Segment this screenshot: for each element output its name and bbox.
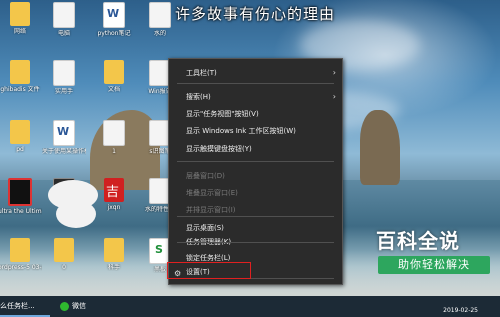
desktop-icon[interactable]: ghibadis 文件 xyxy=(0,60,42,93)
chevron-right-icon: › xyxy=(332,92,336,101)
desktop-icon-label: 关于使用某操作模板 xyxy=(42,148,86,155)
desktop-icon-label: ordpress-5 03-zh_CN xyxy=(0,264,42,271)
red-icon xyxy=(104,178,124,202)
desktop-icon[interactable]: 科手 xyxy=(92,238,136,271)
taskbar-context-menu: 工具栏(T) › 搜索(H) › 显示"任务视图"按钮(V) 显示 Windows Ink… xyxy=(168,58,343,285)
folder-icon xyxy=(10,120,30,144)
menu-item-label: 显示 Windows Ink 工作区按钮(W) xyxy=(186,127,296,135)
file-icon xyxy=(53,2,75,28)
desktop-icon-label: 网络 xyxy=(13,28,26,35)
desktop-icon[interactable]: 1 xyxy=(92,120,136,155)
desktop-icon-label: ghibadis 文件 xyxy=(0,86,40,93)
menu-item-label: 并排显示窗口(I) xyxy=(186,206,236,214)
menu-item-label: 显示"任务视图"按钮(V) xyxy=(186,110,259,118)
desktop-icon-label: 实用手 xyxy=(54,88,73,95)
desktop-icon-label: 文档 xyxy=(107,86,120,93)
menu-separator xyxy=(177,242,334,243)
menu-item-label: 显示桌面(S) xyxy=(186,224,224,232)
taskbar-wechat-item[interactable]: 微信 xyxy=(60,296,100,317)
folder-icon xyxy=(10,238,30,262)
desktop-icon-label: 水的 xyxy=(153,30,166,37)
desktop-icon-label: 电脑 xyxy=(57,30,70,37)
desktop-icon-label: jxqn xyxy=(107,204,121,211)
menu-separator xyxy=(177,83,334,84)
folder-icon xyxy=(54,238,74,262)
menu-item-label: 层叠窗口(D) xyxy=(186,172,225,180)
taskbar-app-item[interactable]: 么任务栏... xyxy=(0,296,50,317)
desktop-icon[interactable]: 文档 xyxy=(92,60,136,93)
menu-item: 并排显示窗口(I) xyxy=(169,203,342,217)
taskbar-app-label: 么任务栏... xyxy=(0,302,35,310)
desktop: 许多故事有伤心的理由 网络 电脑 python笔记 水的 ghibadis 文件 实用手 文… xyxy=(0,0,500,296)
menu-item[interactable]: 显示触摸键盘按钮(Y) xyxy=(169,142,342,156)
desktop-icon[interactable]: jxqn xyxy=(92,178,136,211)
menu-item-label: 堆叠显示窗口(E) xyxy=(186,189,238,197)
watermark-text: 许多故事有伤心的理由 xyxy=(175,5,336,23)
folder-icon xyxy=(10,60,30,84)
word-icon xyxy=(53,120,75,146)
dark-icon xyxy=(8,178,32,206)
highlight-box xyxy=(167,262,251,279)
desktop-icon[interactable]: 实用手 xyxy=(42,60,86,95)
folder-icon xyxy=(104,238,124,262)
desktop-icon[interactable]: 网络 xyxy=(0,2,42,35)
desktop-icon-label: 科手 xyxy=(107,264,120,271)
menu-item-label: 工具栏(T) xyxy=(186,69,217,77)
desktop-icon-label: python笔记 xyxy=(97,30,131,37)
menu-item[interactable]: 显示 Windows Ink 工作区按钮(W) xyxy=(169,124,342,138)
folder-icon xyxy=(104,60,124,84)
menu-item[interactable]: 工具栏(T) › xyxy=(169,66,342,80)
file-icon xyxy=(103,120,125,146)
menu-separator xyxy=(177,161,334,162)
desktop-icon[interactable]: ordpress-5 03-zh_CN xyxy=(0,238,42,271)
menu-item[interactable]: 搜索(H) › xyxy=(169,90,342,104)
desktop-icon[interactable]: 0 xyxy=(42,238,86,271)
folder-icon xyxy=(10,2,30,26)
word-icon xyxy=(103,2,125,28)
menu-item[interactable]: 显示"任务视图"按钮(V) xyxy=(169,107,342,121)
desktop-icon-label: ultra the Ultimate xyxy=(0,208,42,215)
clock-date: 2019-02-25 xyxy=(443,307,478,314)
file-icon xyxy=(149,2,171,28)
desktop-icon[interactable]: 水的 xyxy=(138,2,182,37)
file-icon xyxy=(53,60,75,86)
taskbar[interactable]: 么任务栏... 微信 2019-02-25 xyxy=(0,296,500,317)
menu-item: 层叠窗口(D) xyxy=(169,169,342,183)
chevron-right-icon: › xyxy=(332,68,336,77)
desktop-icon-label: 1 xyxy=(112,148,116,155)
desktop-icon[interactable]: 电脑 xyxy=(42,2,86,37)
brand-title: 百科全说 xyxy=(376,229,460,253)
desktop-icon[interactable]: python笔记 xyxy=(92,2,136,37)
menu-item-label: 搜索(H) xyxy=(186,93,211,101)
wechat-icon xyxy=(60,301,69,311)
rock xyxy=(360,110,400,185)
desktop-icon[interactable]: 关于使用某操作模板 xyxy=(42,120,86,155)
desktop-icon[interactable]: pd xyxy=(0,120,42,153)
menu-separator xyxy=(177,216,334,217)
menu-item-label: 显示触摸键盘按钮(Y) xyxy=(186,145,252,153)
taskbar-app-label: 微信 xyxy=(72,302,86,310)
brand-subtitle: 助你轻松解决 xyxy=(378,256,490,274)
blurred-region xyxy=(56,200,96,228)
taskbar-clock[interactable]: 2019-02-25 xyxy=(443,296,478,316)
desktop-icon-label: 0 xyxy=(62,264,66,271)
desktop-icon[interactable]: ultra the Ultimate xyxy=(0,178,42,215)
brand-watermark: 百科全说 助你轻松解决 xyxy=(366,223,496,285)
menu-item: 堆叠显示窗口(E) xyxy=(169,186,342,200)
desktop-icon-label: pd xyxy=(16,146,24,153)
menu-item[interactable]: 显示桌面(S) xyxy=(169,221,342,235)
